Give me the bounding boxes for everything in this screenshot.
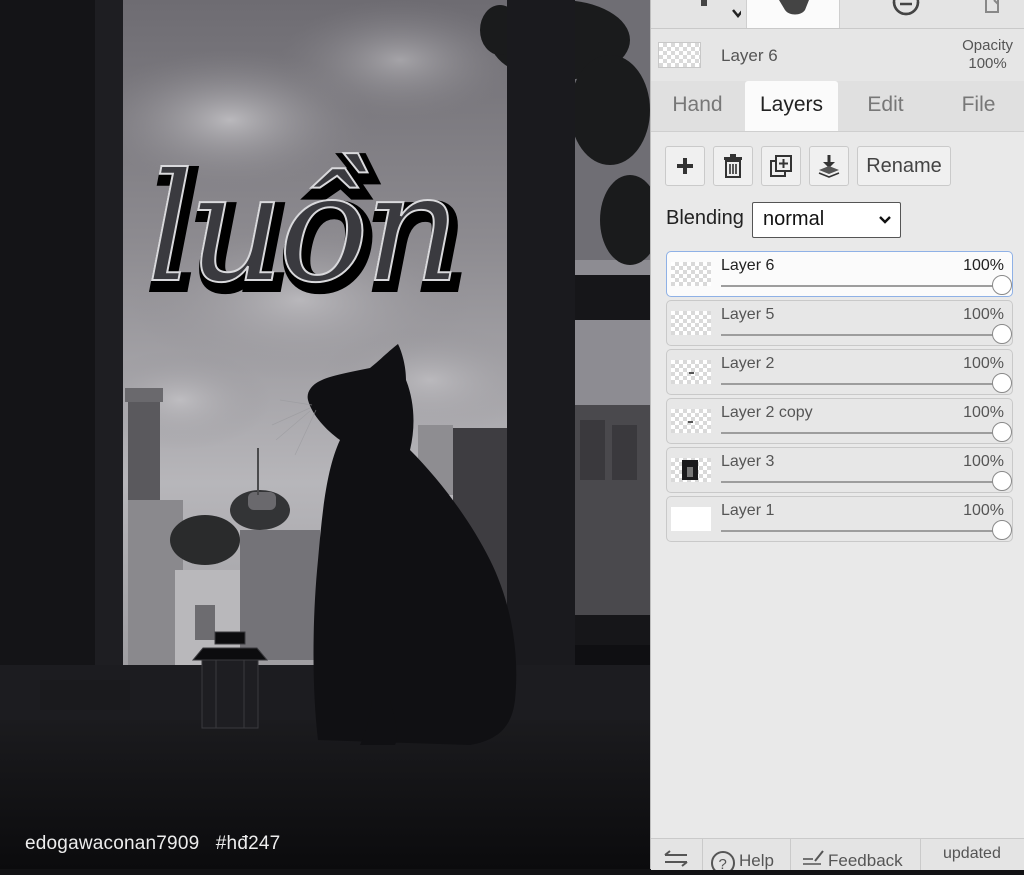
active-layer-opacity[interactable]: Opacity 100%: [962, 37, 1013, 73]
svg-text:?: ?: [719, 856, 727, 870]
layer-row[interactable]: Layer 3 100%: [666, 447, 1013, 493]
swap-arrows-icon: [664, 850, 688, 867]
layer-opacity-slider[interactable]: [721, 373, 1012, 393]
layer-thumbnail: [671, 360, 711, 384]
slider-handle[interactable]: [992, 520, 1012, 540]
tab-layers[interactable]: Layers: [745, 81, 838, 131]
updated-info: updated: [921, 839, 1024, 870]
layer-thumbnail: [671, 458, 711, 482]
merge-down-button[interactable]: [809, 146, 849, 186]
layer-opacity: 100%: [963, 453, 1004, 470]
chevron-down-icon: [879, 216, 891, 224]
layer-opacity: 100%: [963, 502, 1004, 519]
tool-strip: [651, 0, 1024, 29]
add-layer-icon: [677, 158, 693, 174]
layer-name: Layer 5: [721, 306, 775, 323]
feedback-button[interactable]: Feedback: [791, 839, 921, 870]
help-icon: ?: [711, 851, 735, 870]
layer-opacity-slider[interactable]: [721, 520, 1012, 540]
blending-label: Blending: [666, 207, 744, 229]
layer-opacity: 100%: [963, 355, 1004, 372]
layer-name: Layer 6: [721, 257, 775, 274]
layer-opacity: 100%: [963, 306, 1004, 323]
feedback-label: Feedback: [828, 851, 903, 870]
panel-tabs: Hand Layers Edit File: [651, 81, 1024, 132]
rename-layer-button[interactable]: Rename: [857, 146, 951, 186]
feedback-pen-icon: [803, 850, 824, 865]
help-label: Help: [739, 851, 774, 870]
layer-opacity: 100%: [963, 404, 1004, 421]
updated-label: updated: [943, 845, 1001, 862]
drawing-canvas[interactable]: luồn luồn edogawaconan7909 #hđ247: [0, 0, 650, 869]
opacity-value: 100%: [968, 55, 1007, 72]
delete-layer-button[interactable]: [713, 146, 753, 186]
slider-handle[interactable]: [992, 373, 1012, 393]
layer-row[interactable]: Layer 5 100%: [666, 300, 1013, 346]
layer-thumbnail: [671, 262, 711, 286]
help-button[interactable]: ? Help: [703, 839, 791, 870]
merge-down-icon: [818, 155, 840, 178]
layer-opacity-slider[interactable]: [721, 324, 1012, 344]
layer-row[interactable]: Layer 2 100%: [666, 349, 1013, 395]
hand-tool-button[interactable]: [746, 0, 840, 28]
active-layer-name: Layer 6: [721, 46, 778, 65]
layer-thumbnail: [671, 311, 711, 335]
layer-row[interactable]: Layer 1 100%: [666, 496, 1013, 542]
svg-text:luồn: luồn: [146, 142, 455, 316]
layer-name: Layer 2: [721, 355, 775, 372]
layer-row[interactable]: Layer 6 100%: [666, 251, 1013, 297]
layer-thumbnail: [671, 507, 711, 531]
blending-select[interactable]: normal: [752, 202, 901, 238]
slider-handle[interactable]: [992, 275, 1012, 295]
tab-file[interactable]: File: [932, 81, 1024, 131]
bottom-bar: ? Help Feedback updated: [651, 838, 1024, 870]
watermark-text: edogawaconan7909 #hđ247: [25, 833, 281, 854]
duplicate-layer-button[interactable]: [761, 146, 801, 186]
layer-name: Layer 2 copy: [721, 404, 813, 421]
add-layer-button[interactable]: [665, 146, 705, 186]
text-tool-icon: [701, 0, 744, 18]
side-panel: Layer 6 Opacity 100% Hand Layers Edit Fi…: [650, 0, 1024, 870]
layer-name: Layer 3: [721, 453, 775, 470]
hand-tool-icon: [779, 0, 809, 15]
slider-handle[interactable]: [992, 471, 1012, 491]
active-layer-header: Layer 6 Opacity 100%: [651, 29, 1024, 81]
artwork-photo: luồn luồn: [0, 0, 650, 869]
layer-opacity: 100%: [963, 257, 1004, 274]
swap-panel-button[interactable]: [651, 839, 703, 870]
blending-value: normal: [763, 208, 825, 230]
document-tool-button[interactable]: [976, 0, 1016, 28]
artwork-title-lettering: luồn luồn: [144, 141, 471, 328]
slider-handle[interactable]: [992, 422, 1012, 442]
minus-circle-icon: [892, 0, 920, 16]
text-tool-button[interactable]: [661, 0, 744, 28]
tab-hand[interactable]: Hand: [651, 81, 744, 131]
opacity-label: Opacity: [962, 37, 1013, 54]
active-layer-thumbnail: [658, 42, 701, 68]
layer-row[interactable]: Layer 2 copy 100%: [666, 398, 1013, 444]
duplicate-layer-icon: [770, 155, 792, 177]
document-icon: [985, 0, 999, 13]
layer-opacity-slider[interactable]: [721, 422, 1012, 442]
slider-handle[interactable]: [992, 324, 1012, 344]
layer-name: Layer 1: [721, 502, 775, 519]
layer-opacity-slider[interactable]: [721, 471, 1012, 491]
zoom-out-button[interactable]: [876, 0, 936, 28]
layer-thumbnail: [671, 409, 711, 433]
layer-opacity-slider[interactable]: [721, 275, 1012, 295]
delete-layer-icon: [724, 154, 742, 178]
tab-edit[interactable]: Edit: [839, 81, 932, 131]
